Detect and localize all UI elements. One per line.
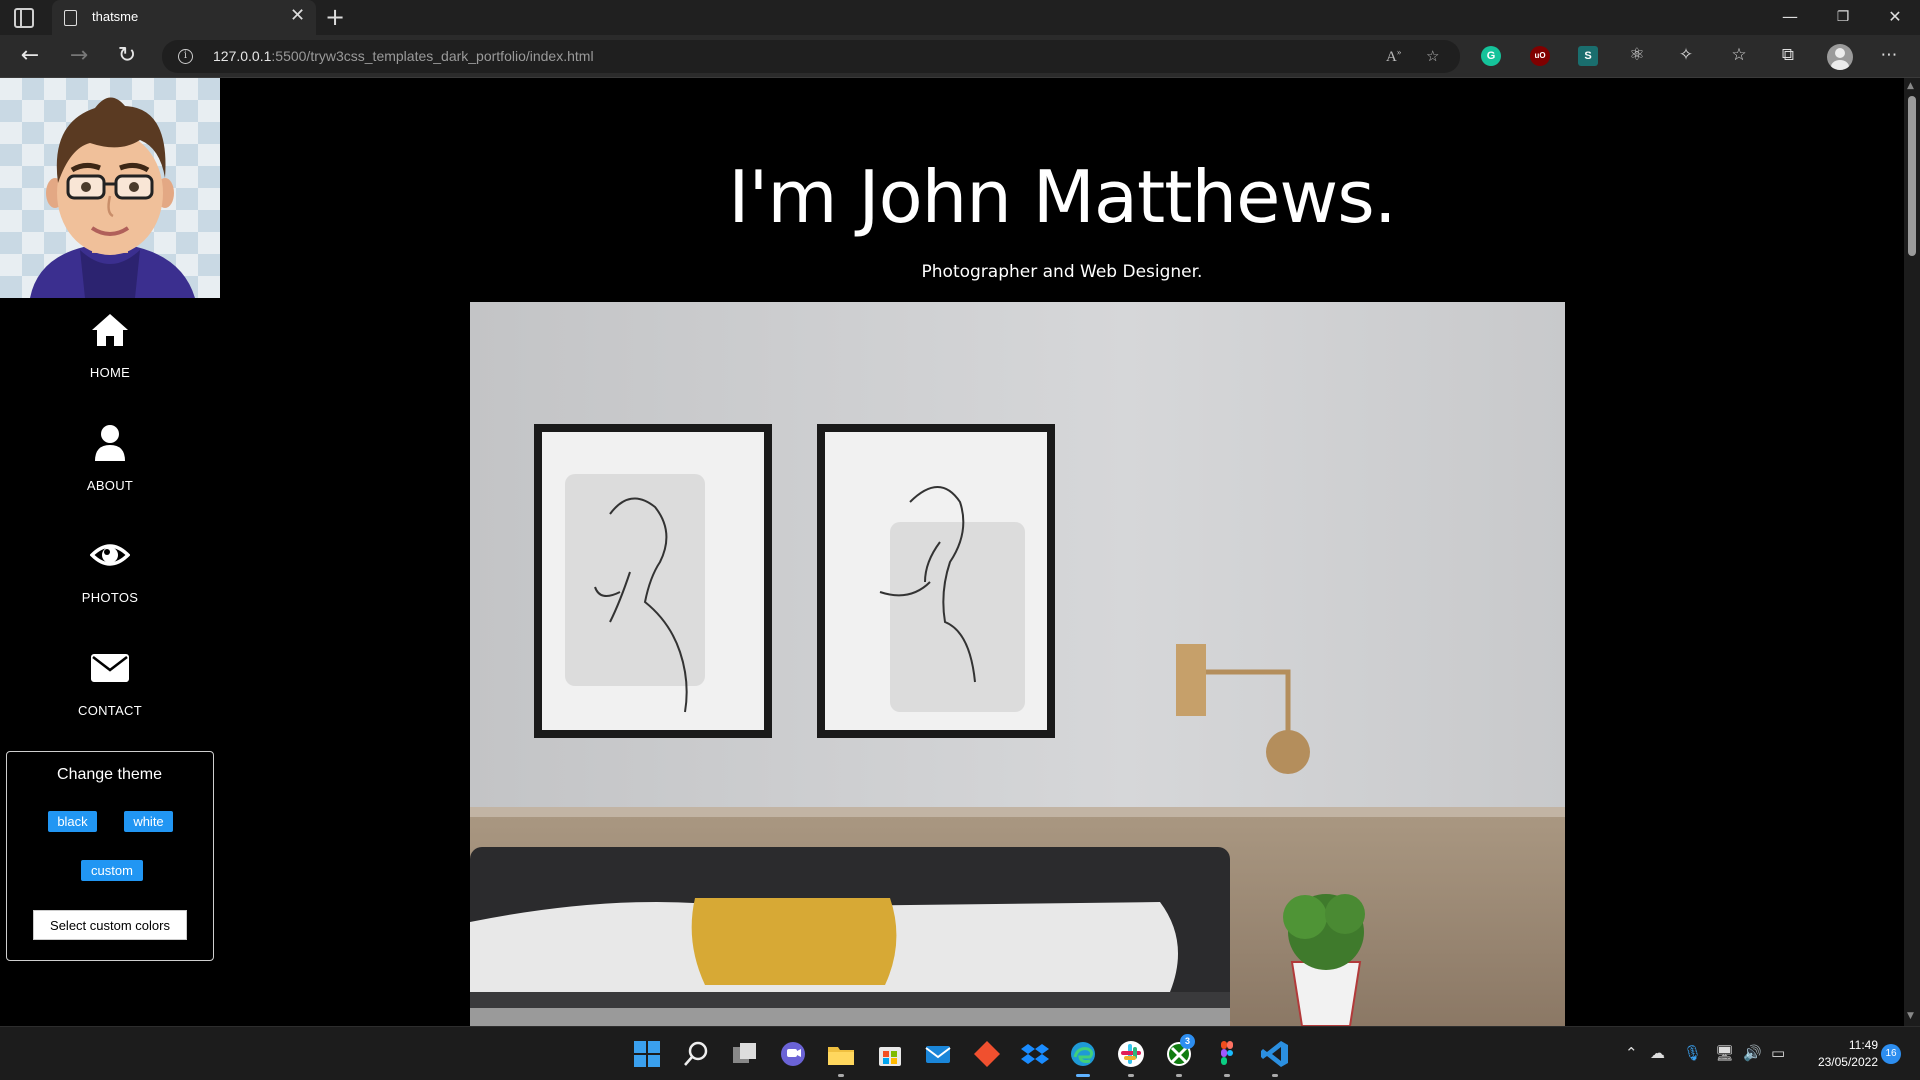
forward-icon[interactable]: → [64, 43, 94, 69]
microphone-icon[interactable]: 🎙 [1683, 1044, 1702, 1062]
theme-custom-button[interactable]: custom [81, 860, 143, 881]
theme-black-button[interactable]: black [48, 811, 97, 832]
clock-time: 11:49 [1848, 1038, 1878, 1052]
nav-photos-label: PHOTOS [81, 590, 139, 605]
system-clock[interactable]: 11:49 23/05/2022 [1798, 1037, 1878, 1071]
back-icon[interactable]: ← [15, 43, 45, 69]
microsoft-store-icon[interactable] [875, 1039, 905, 1069]
select-custom-colors-button[interactable]: Select custom colors [33, 910, 187, 940]
add-favorite-icon[interactable]: ☆ [1426, 47, 1439, 65]
minimize-icon[interactable]: — [1775, 6, 1805, 28]
sidebar: HOME ABOUT PHOTOS CONTACT Change theme b… [0, 78, 220, 1026]
favorites-icon[interactable]: ☆ [1728, 45, 1750, 65]
envelope-icon [91, 654, 129, 682]
nav-contact[interactable]: CONTACT [0, 648, 220, 748]
network-icon[interactable]: 🖥 [1715, 1044, 1734, 1062]
onedrive-icon[interactable]: ☁ [1650, 1044, 1665, 1062]
page-subtitle: Photographer and Web Designer. [921, 262, 1203, 282]
user-icon [95, 425, 125, 461]
page-scrollbar[interactable]: ▲ ▼ [1904, 78, 1920, 1026]
url-path: :5500/tryw3css_templates_dark_portfolio/… [271, 48, 594, 64]
xbox-badge: 3 [1180, 1034, 1195, 1049]
close-window-icon[interactable]: ✕ [1880, 6, 1910, 28]
page-viewport: HOME ABOUT PHOTOS CONTACT Change theme b… [0, 78, 1904, 1026]
scroll-down-icon[interactable]: ▼ [1907, 1011, 1914, 1021]
more-menu-icon[interactable]: ⋯ [1878, 45, 1900, 65]
mail-icon[interactable] [923, 1039, 953, 1069]
file-explorer-icon[interactable] [826, 1039, 856, 1069]
figma-icon[interactable] [1212, 1039, 1242, 1069]
vscode-icon[interactable] [1260, 1039, 1290, 1069]
windows-taskbar: 3 ⌃ ☁ 🎙 🖥 🔊 ▭ 11:49 23/05/2022 16 [0, 1026, 1920, 1080]
edge-active-indicator [1076, 1074, 1090, 1077]
grammarly-extension-icon[interactable]: G [1481, 46, 1501, 66]
hero-image [470, 302, 1565, 1026]
browser-toolbar: ← → ↻ i 127.0.0.1:5500/tryw3css_template… [0, 35, 1920, 78]
theme-panel: Change theme black white custom Select c… [6, 751, 214, 961]
close-tab-icon[interactable]: ✕ [290, 6, 305, 26]
page-favicon-icon [64, 10, 77, 26]
url-text[interactable]: 127.0.0.1:5500/tryw3css_templates_dark_p… [213, 48, 594, 64]
task-view-icon[interactable] [730, 1039, 760, 1069]
extensions-icon[interactable]: ✧ [1675, 45, 1697, 65]
title-bar: thatsme ✕ + — ❐ ✕ [0, 0, 1920, 35]
figma-running-indicator [1224, 1074, 1230, 1077]
slack-icon[interactable] [1116, 1039, 1146, 1069]
edge-browser-icon[interactable] [1068, 1039, 1098, 1069]
nav-home[interactable]: HOME [0, 310, 220, 410]
s-extension-icon[interactable]: S [1578, 46, 1598, 66]
nav-about[interactable]: ABOUT [0, 423, 220, 523]
tab-actions-icon[interactable] [14, 8, 34, 28]
teams-chat-icon[interactable] [778, 1039, 808, 1069]
battery-icon[interactable]: ▭ [1771, 1044, 1785, 1062]
avatar [0, 78, 220, 298]
tab-title: thatsme [92, 9, 139, 24]
windows-start-icon[interactable] [632, 1039, 662, 1069]
slack-running-indicator [1128, 1074, 1134, 1077]
ublock-extension-icon[interactable]: uO [1530, 46, 1550, 66]
browser-tab[interactable]: thatsme ✕ [52, 0, 316, 35]
browser-window: thatsme ✕ + — ❐ ✕ ← → ↻ i 127.0.0.1:5500… [0, 0, 1920, 1080]
site-info-icon[interactable]: i [178, 49, 193, 64]
restore-icon[interactable]: ❐ [1828, 6, 1858, 28]
show-hidden-icons-icon[interactable]: ⌃ [1625, 1044, 1638, 1062]
notification-badge[interactable]: 16 [1881, 1044, 1901, 1064]
nav-photos[interactable]: PHOTOS [0, 535, 220, 635]
theme-white-button[interactable]: white [124, 811, 173, 832]
nav-home-label: HOME [89, 365, 131, 380]
clock-date: 23/05/2022 [1817, 1055, 1878, 1069]
nav-about-label: ABOUT [86, 478, 134, 493]
theme-title: Change theme [57, 766, 162, 783]
nav-contact-label: CONTACT [78, 703, 142, 718]
git-app-icon[interactable] [972, 1039, 1002, 1069]
read-aloud-icon[interactable]: A» [1386, 47, 1401, 66]
address-bar[interactable]: i 127.0.0.1:5500/tryw3css_templates_dark… [162, 40, 1460, 73]
search-icon[interactable] [681, 1039, 711, 1069]
volume-icon[interactable]: 🔊 [1743, 1044, 1762, 1062]
scroll-thumb[interactable] [1908, 96, 1916, 256]
home-icon [92, 314, 128, 346]
vscode-running-indicator [1272, 1074, 1278, 1077]
scroll-up-icon[interactable]: ▲ [1907, 81, 1914, 91]
avatar-illustration [30, 97, 195, 298]
url-host: 127.0.0.1 [213, 48, 272, 64]
react-devtools-icon[interactable]: ⚛ [1626, 45, 1648, 65]
new-tab-icon[interactable]: + [325, 3, 345, 31]
eye-icon [90, 544, 130, 566]
file-explorer-running-indicator [838, 1074, 844, 1077]
xbox-running-indicator [1176, 1074, 1182, 1077]
collections-icon[interactable]: ⧉ [1777, 45, 1799, 65]
refresh-icon[interactable]: ↻ [112, 43, 142, 69]
bedroom-photo [470, 302, 1565, 1026]
page-title: I'm John Matthews. [728, 155, 1396, 239]
dropbox-icon[interactable] [1020, 1039, 1050, 1069]
profile-icon[interactable] [1827, 44, 1853, 70]
